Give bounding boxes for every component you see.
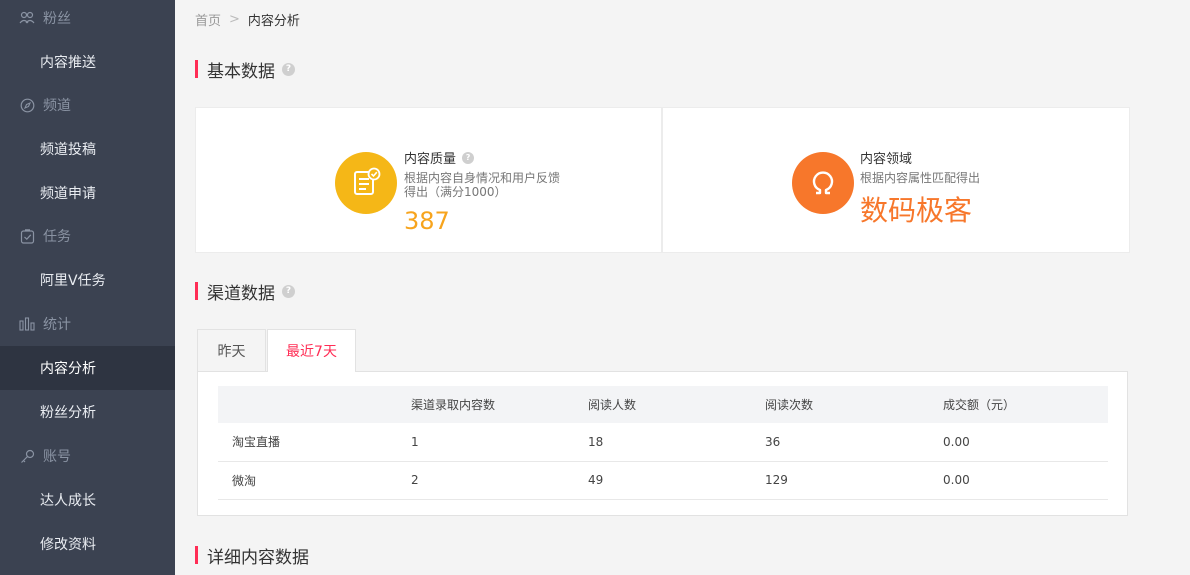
sidebar: 粉丝 内容推送 频道 频道投稿 频道申请 任务 阿里V任务 统计 内容分析 粉丝… bbox=[0, 0, 175, 575]
sidebar-group-label: 任务 bbox=[43, 229, 71, 245]
breadcrumb: 首页 > 内容分析 bbox=[195, 10, 300, 29]
sidebar-item-label: 频道申请 bbox=[40, 186, 96, 202]
stat-quality-value: 387 bbox=[404, 207, 450, 235]
section-detail-title: 详细内容数据 bbox=[195, 545, 309, 568]
sidebar-item-content-push[interactable]: 内容推送 bbox=[0, 40, 175, 84]
compass-icon bbox=[19, 97, 35, 113]
table-cell: 129 bbox=[765, 473, 788, 487]
section-accent-bar bbox=[195, 546, 198, 564]
sidebar-item-label: 达人成长 bbox=[40, 493, 96, 509]
breadcrumb-home-link[interactable]: 首页 bbox=[195, 10, 221, 29]
bar-chart-icon bbox=[19, 316, 35, 332]
sidebar-group-fans: 粉丝 bbox=[0, 0, 175, 40]
sidebar-group-account: 账号 bbox=[0, 434, 175, 478]
table-header-cell: 阅读人数 bbox=[588, 398, 637, 412]
stat-desc-line: 根据内容自身情况和用户反馈 bbox=[404, 171, 561, 185]
stat-domain-title: 内容领域 bbox=[860, 148, 912, 167]
table-header-cell: 渠道录取内容数 bbox=[411, 398, 496, 412]
sidebar-group-label: 账号 bbox=[43, 449, 71, 465]
sidebar-group-label: 频道 bbox=[43, 98, 71, 114]
sidebar-item-label: 修改资料 bbox=[40, 537, 96, 553]
help-icon[interactable]: ? bbox=[462, 151, 475, 164]
table-header-row: 渠道录取内容数 阅读人数 阅读次数 成交额（元） bbox=[218, 386, 1108, 423]
sidebar-item-fans-analysis[interactable]: 粉丝分析 bbox=[0, 390, 175, 434]
table-cell: 36 bbox=[765, 434, 781, 449]
stat-domain-value: 数码极客 bbox=[860, 194, 973, 227]
table-row: 淘宝直播 1 18 36 0.00 bbox=[218, 423, 1108, 461]
stat-desc-line: 得出（满分1000） bbox=[404, 185, 507, 199]
stat-title-text: 内容领域 bbox=[860, 152, 913, 167]
section-channel-title: 渠道数据 ? bbox=[195, 281, 295, 304]
sidebar-item-channel-submit[interactable]: 频道投稿 bbox=[0, 127, 175, 171]
table-cell: 0.00 bbox=[943, 473, 970, 487]
sidebar-item-talent-growth[interactable]: 达人成长 bbox=[0, 478, 175, 522]
channel-table-card: 渠道录取内容数 阅读人数 阅读次数 成交额（元） 淘宝直播 1 18 36 0.… bbox=[197, 371, 1128, 516]
sidebar-group-label: 粉丝 bbox=[43, 11, 71, 27]
channel-table: 渠道录取内容数 阅读人数 阅读次数 成交额（元） 淘宝直播 1 18 36 0.… bbox=[218, 386, 1108, 500]
table-header-cell: 阅读次数 bbox=[765, 398, 814, 412]
breadcrumb-separator: > bbox=[229, 12, 240, 27]
sidebar-item-content-analysis[interactable]: 内容分析 bbox=[0, 346, 175, 390]
stat-domain-description: 根据内容属性匹配得出 bbox=[860, 171, 981, 185]
help-icon[interactable]: ? bbox=[282, 62, 295, 76]
table-cell: 49 bbox=[588, 473, 604, 487]
stat-title-text: 内容质量 bbox=[404, 152, 457, 167]
table-cell: 微淘 bbox=[232, 473, 257, 488]
stat-quality-description: 根据内容自身情况和用户反馈 得出（满分1000） bbox=[404, 171, 560, 199]
stat-quality-title: 内容质量 ? bbox=[404, 148, 475, 167]
help-icon[interactable]: ? bbox=[282, 284, 295, 298]
document-check-icon bbox=[335, 152, 397, 214]
sidebar-group-task: 任务 bbox=[0, 214, 175, 258]
fans-icon bbox=[19, 10, 35, 26]
section-accent-bar bbox=[195, 282, 198, 300]
breadcrumb-current: 内容分析 bbox=[247, 14, 300, 29]
table-cell: 18 bbox=[588, 434, 604, 449]
tab-label: 最近7天 bbox=[286, 344, 337, 360]
sidebar-item-label: 频道投稿 bbox=[40, 142, 96, 158]
sidebar-item-label: 内容推送 bbox=[40, 55, 96, 71]
section-accent-bar bbox=[195, 60, 198, 78]
table-cell: 2 bbox=[411, 473, 419, 487]
section-basic-title: 基本数据 ? bbox=[195, 59, 295, 82]
section-title-text: 详细内容数据 bbox=[207, 547, 309, 568]
table-cell: 1 bbox=[411, 434, 419, 449]
sidebar-item-label: 内容分析 bbox=[40, 361, 96, 377]
table-cell: 0.00 bbox=[943, 434, 970, 449]
sidebar-group-stats: 统计 bbox=[0, 302, 175, 346]
tab-last-7-days[interactable]: 最近7天 bbox=[267, 329, 356, 372]
section-title-text: 基本数据 bbox=[207, 61, 275, 82]
clipboard-check-icon bbox=[19, 228, 35, 244]
sidebar-group-label: 统计 bbox=[43, 317, 71, 333]
key-icon bbox=[19, 448, 35, 464]
omega-icon bbox=[792, 152, 854, 214]
sidebar-item-label: 粉丝分析 bbox=[40, 405, 96, 421]
table-row: 微淘 2 49 129 0.00 bbox=[218, 461, 1108, 499]
tab-label: 昨天 bbox=[217, 343, 246, 360]
stat-card-quality: 内容质量 ? 根据内容自身情况和用户反馈 得出（满分1000） 387 bbox=[195, 107, 662, 253]
table-header-cell bbox=[218, 386, 411, 423]
section-title-text: 渠道数据 bbox=[207, 283, 275, 304]
stat-card-domain: 内容领域 根据内容属性匹配得出 数码极客 bbox=[662, 107, 1130, 253]
table-cell: 淘宝直播 bbox=[232, 435, 281, 450]
sidebar-group-channel: 频道 bbox=[0, 83, 175, 127]
tab-yesterday[interactable]: 昨天 bbox=[197, 329, 266, 371]
sidebar-item-ali-v-task[interactable]: 阿里V任务 bbox=[0, 258, 175, 302]
sidebar-item-label: 阿里V任务 bbox=[40, 273, 106, 289]
sidebar-item-edit-profile[interactable]: 修改资料 bbox=[0, 522, 175, 566]
sidebar-item-channel-apply[interactable]: 频道申请 bbox=[0, 171, 175, 215]
table-header-cell: 成交额（元） bbox=[943, 398, 1016, 412]
